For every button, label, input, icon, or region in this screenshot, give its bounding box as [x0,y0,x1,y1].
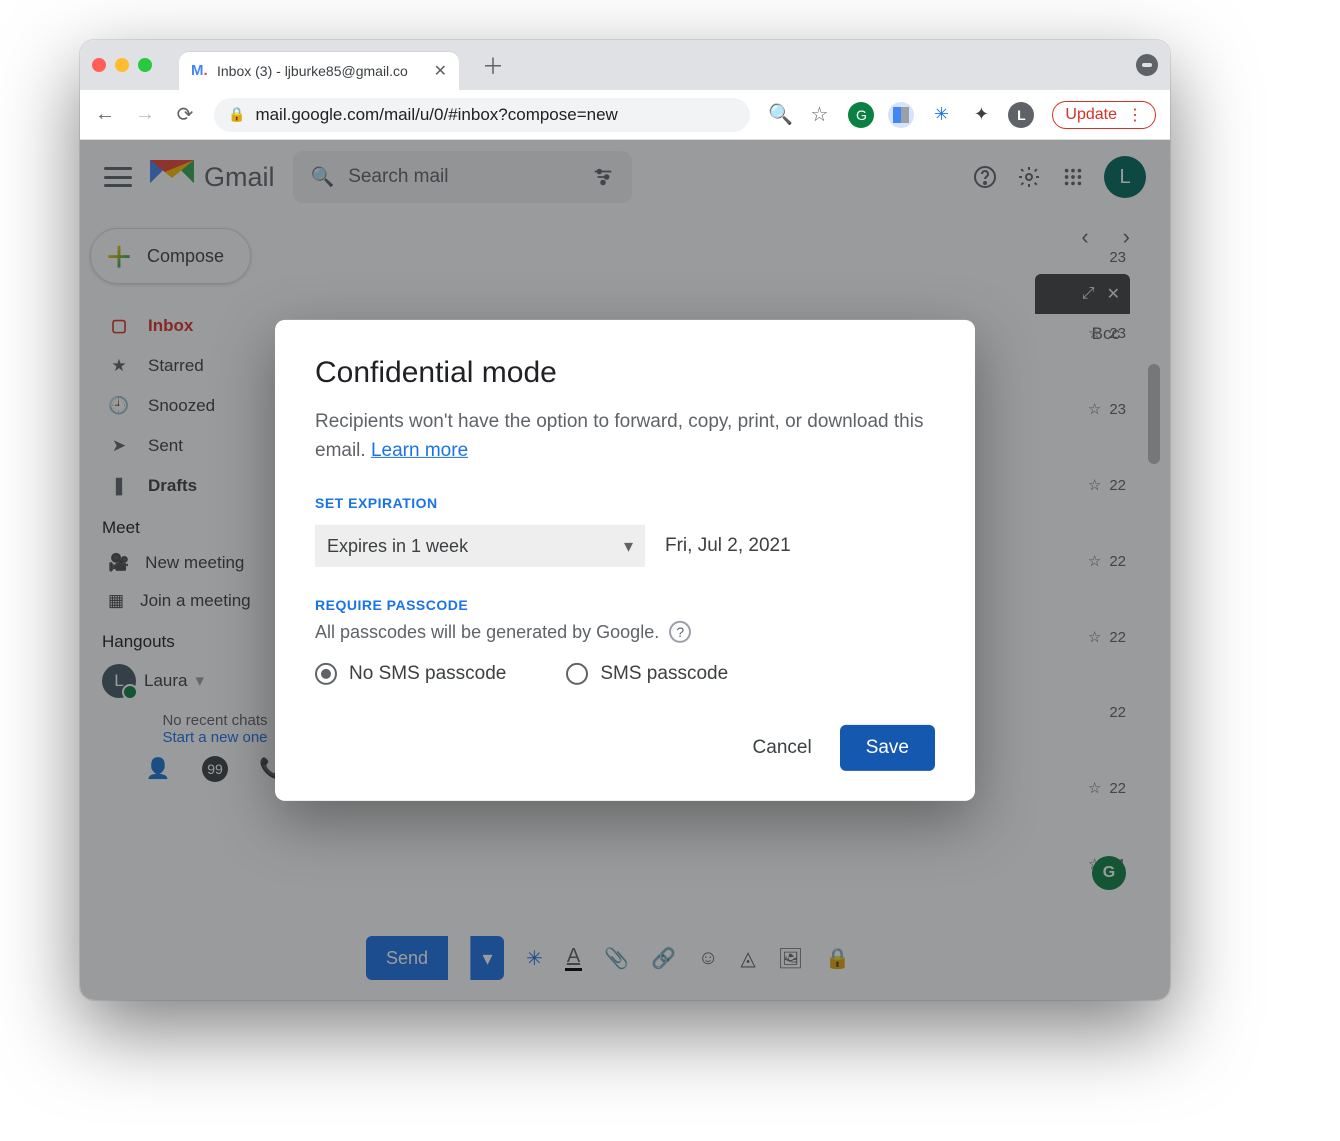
url-text: mail.google.com/mail/u/0/#inbox?compose=… [255,105,617,125]
url-bar: ← → ⟳ 🔒 mail.google.com/mail/u/0/#inbox?… [80,90,1170,140]
reload-icon[interactable]: ⟳ [174,102,196,127]
radio-label: No SMS passcode [349,663,506,685]
radio-dot-icon [315,663,337,685]
grammarly-ext-icon[interactable]: G [848,102,874,128]
star-icon[interactable]: ☆ [808,102,830,127]
cancel-button[interactable]: Cancel [753,737,812,759]
dialog-title: Confidential mode [315,356,935,390]
expiration-date: Fri, Jul 2, 2021 [665,535,791,557]
passcode-radio-group: No SMS passcode SMS passcode [315,663,935,685]
help-icon[interactable]: ? [669,621,691,643]
new-tab-button[interactable]: ＋ [482,49,504,81]
radio-dot-icon [566,663,588,685]
chrome-avatar[interactable]: L [1008,102,1034,128]
radio-label: SMS passcode [600,663,728,685]
extensions-row: G ✳ ✦ L [848,102,1034,128]
browser-window: M. Inbox (3) - ljburke85@gmail.co ✕ ＋ ← … [80,40,1170,1000]
zoom-icon[interactable]: 🔍 [768,102,790,127]
tab-title: Inbox (3) - ljburke85@gmail.co [217,63,408,79]
window-titlebar: M. Inbox (3) - ljburke85@gmail.co ✕ ＋ [80,40,1170,90]
lock-icon: 🔒 [228,106,245,123]
expiration-option: Expires in 1 week [327,535,468,556]
gmail-favicon: M. [191,62,209,80]
address-input[interactable]: 🔒 mail.google.com/mail/u/0/#inbox?compos… [214,98,750,132]
more-icon[interactable]: ⋮ [1127,105,1141,125]
passcode-info-text: All passcodes will be generated by Googl… [315,621,659,642]
confidential-mode-dialog: Confidential mode Recipients won't have … [275,320,975,801]
radio-no-sms[interactable]: No SMS passcode [315,663,506,685]
close-tab-icon[interactable]: ✕ [434,61,447,81]
extension-icon[interactable]: ✳ [928,102,954,128]
translate-ext-icon[interactable] [888,102,914,128]
extensions-menu-icon[interactable]: ✦ [968,102,994,128]
dialog-description: Recipients won't have the option to forw… [315,408,935,465]
update-label: Update [1065,106,1117,124]
chevron-down-icon: ▾ [624,535,633,556]
update-button[interactable]: Update ⋮ [1052,101,1156,129]
passcode-section-label: REQUIRE PASSCODE [315,597,935,613]
browser-tab[interactable]: M. Inbox (3) - ljburke85@gmail.co ✕ [179,52,459,90]
profile-menu-icon[interactable] [1136,54,1158,76]
maximize-window-dot[interactable] [138,58,152,72]
radio-sms[interactable]: SMS passcode [566,663,728,685]
back-icon[interactable]: ← [94,103,116,126]
minimize-window-dot[interactable] [115,58,129,72]
expiration-section-label: SET EXPIRATION [315,495,935,511]
forward-icon[interactable]: → [134,103,156,126]
save-button[interactable]: Save [840,725,935,771]
close-window-dot[interactable] [92,58,106,72]
learn-more-link[interactable]: Learn more [371,439,468,460]
gmail-app: Gmail 🔍 Search mail L [80,140,1170,1000]
expiration-select[interactable]: Expires in 1 week ▾ [315,525,645,567]
